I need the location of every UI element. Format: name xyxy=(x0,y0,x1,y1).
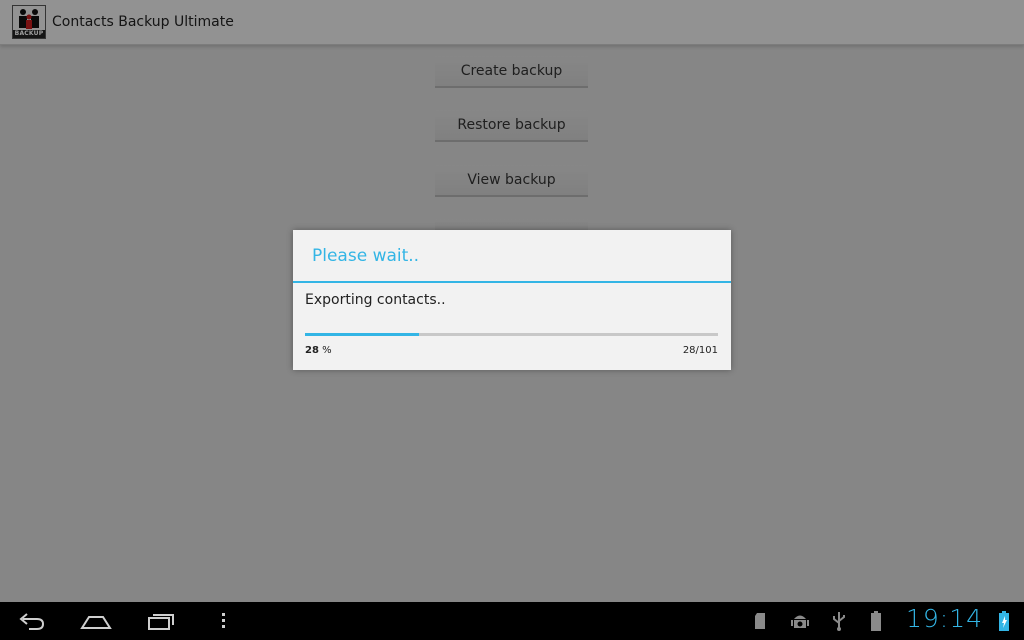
progress-percent-value: 28 xyxy=(305,345,319,356)
android-debug-icon xyxy=(789,610,811,632)
clock: 19:14 xyxy=(906,604,984,633)
progress-count: 28/101 xyxy=(682,345,718,356)
progress-bar xyxy=(305,333,718,336)
screen: BACKUP Contacts Backup Ultimate Create b… xyxy=(0,0,1024,640)
progress-dialog: Please wait.. Exporting contacts.. 28 % … xyxy=(293,230,731,370)
menu-button[interactable] xyxy=(216,608,232,634)
progress-bar-fill xyxy=(305,333,420,336)
home-button[interactable] xyxy=(80,608,112,634)
sd-card-icon xyxy=(753,610,767,632)
menu-icon xyxy=(222,613,225,628)
battery-charging-icon xyxy=(997,610,1011,632)
back-icon xyxy=(19,613,45,630)
dialog-title: Please wait.. xyxy=(312,246,420,266)
usb-icon xyxy=(830,610,848,632)
dialog-message: Exporting contacts.. xyxy=(305,292,446,308)
recent-apps-icon xyxy=(148,614,174,630)
recent-apps-button[interactable] xyxy=(144,608,176,634)
dialog-title-divider xyxy=(293,281,731,283)
system-navigation-bar: 19:14 xyxy=(0,602,1024,640)
home-icon xyxy=(80,616,112,629)
back-button[interactable] xyxy=(16,608,48,634)
progress-percent: 28 % xyxy=(305,345,332,356)
battery-icon xyxy=(869,610,883,632)
progress-percent-unit: % xyxy=(318,345,332,356)
